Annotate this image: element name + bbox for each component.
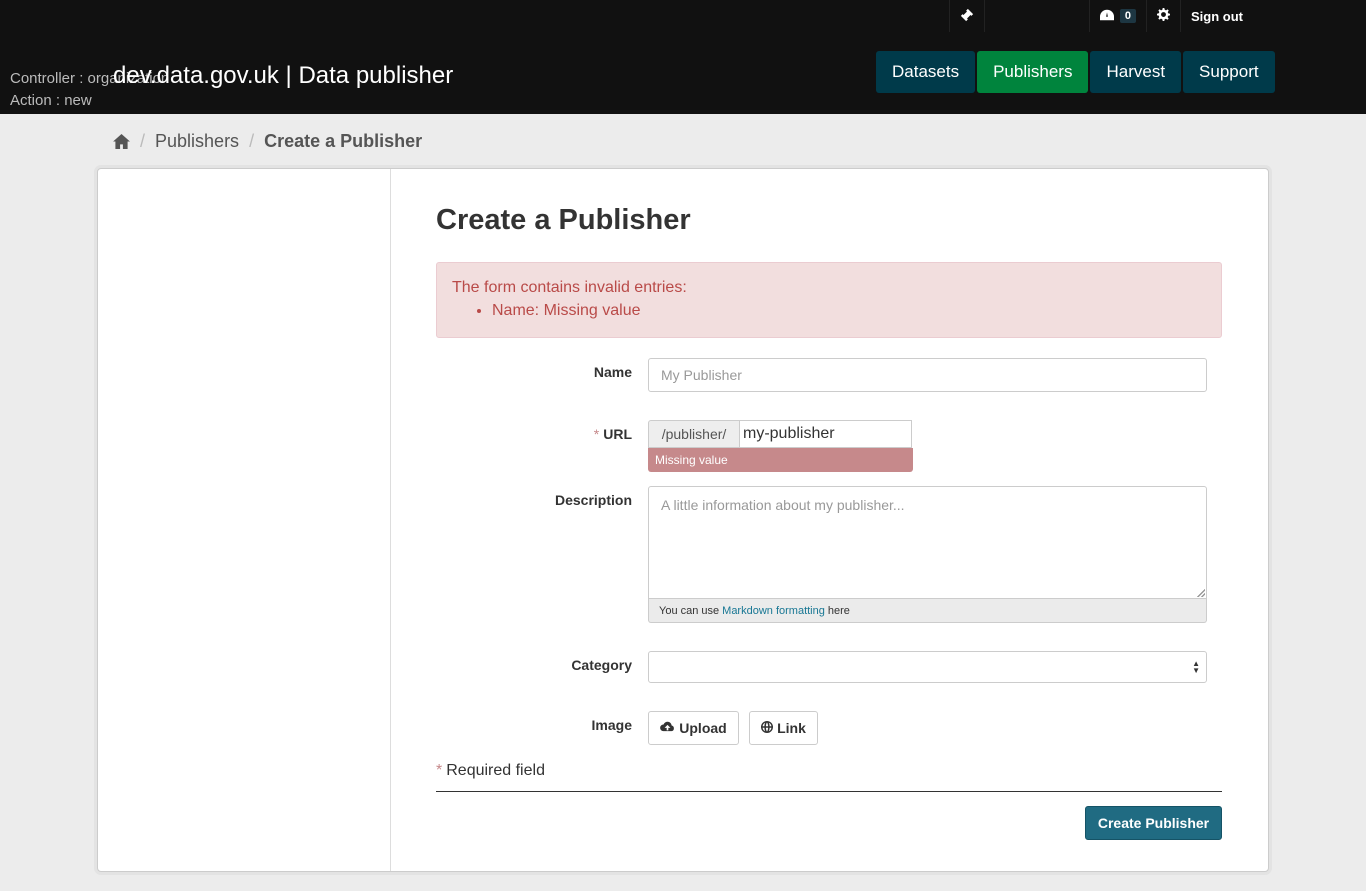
required-field-note: * Required field — [436, 762, 545, 779]
url-label: * URL — [593, 426, 632, 442]
category-label: Category — [571, 657, 632, 673]
content-wrapper: Create a Publisher The form contains inv… — [97, 168, 1269, 872]
site-title[interactable]: dev.data.gov.uk | Data publisher — [113, 62, 453, 90]
secondary-sidebar — [98, 169, 391, 871]
breadcrumb-separator: / — [140, 131, 146, 151]
sign-out-link[interactable]: Sign out — [1180, 0, 1253, 32]
gavel-icon — [960, 8, 974, 25]
url-prefix: /publisher/ — [648, 420, 740, 448]
create-publisher-button[interactable]: Create Publisher — [1085, 806, 1222, 840]
nav-publishers[interactable]: Publishers — [977, 51, 1089, 93]
nav-datasets[interactable]: Datasets — [876, 51, 976, 93]
breadcrumb-publishers[interactable]: Publishers — [155, 131, 239, 152]
sysadmin-link[interactable] — [948, 0, 985, 32]
breadcrumb: / Publishers / Create a Publisher — [113, 131, 422, 152]
dashboard-icon — [1099, 9, 1114, 24]
dashboard-link[interactable]: 0 — [1088, 0, 1146, 32]
markdown-link[interactable]: Markdown formatting — [722, 605, 825, 617]
error-title: The form contains invalid entries: — [452, 279, 687, 296]
error-list: Name: Missing value — [492, 301, 1206, 321]
nav-support[interactable]: Support — [1183, 51, 1275, 93]
breadcrumb-current[interactable]: Create a Publisher — [264, 131, 422, 152]
breadcrumb-separator: / — [249, 131, 255, 151]
category-select[interactable]: ▲ ▼ — [648, 651, 1207, 683]
link-button[interactable]: Link — [749, 711, 818, 745]
upload-button[interactable]: Upload — [648, 711, 739, 745]
resize-handle[interactable] — [1197, 589, 1205, 597]
gear-icon — [1157, 8, 1170, 24]
name-label: Name — [593, 364, 632, 380]
primary-content: Create a Publisher The form contains inv… — [391, 169, 1268, 871]
description-field[interactable]: A little information about my publisher.… — [648, 486, 1207, 599]
cloud-upload-icon — [660, 720, 675, 736]
settings-link[interactable] — [1146, 0, 1180, 32]
url-error-message: Missing value — [648, 448, 913, 472]
main-nav: Datasets Publishers Harvest Support — [876, 51, 1275, 93]
error-item: Name: Missing value — [492, 301, 1206, 321]
page-title: Create a Publisher — [436, 204, 691, 236]
description-placeholder: A little information about my publisher.… — [661, 497, 905, 513]
url-required-mark: * — [593, 426, 600, 442]
masthead: 0 Sign out Controller : organization Act… — [0, 0, 1366, 114]
error-alert: The form contains invalid entries: Name:… — [436, 262, 1222, 338]
debug-action: Action : new — [10, 92, 92, 109]
markdown-note: You can use Markdown formatting here — [648, 599, 1207, 623]
url-field[interactable]: my-publisher — [739, 420, 912, 448]
nav-harvest[interactable]: Harvest — [1090, 51, 1182, 93]
account-bar: 0 Sign out — [948, 0, 1253, 32]
image-label: Image — [591, 717, 632, 733]
name-field[interactable]: My Publisher — [648, 358, 1207, 392]
description-label: Description — [554, 492, 632, 508]
globe-icon — [761, 720, 774, 736]
name-placeholder: My Publisher — [661, 367, 742, 383]
dashboard-count-badge: 0 — [1119, 9, 1136, 23]
home-icon[interactable] — [113, 134, 130, 149]
select-arrows-icon: ▲ ▼ — [1192, 659, 1200, 675]
form-divider — [436, 791, 1222, 792]
